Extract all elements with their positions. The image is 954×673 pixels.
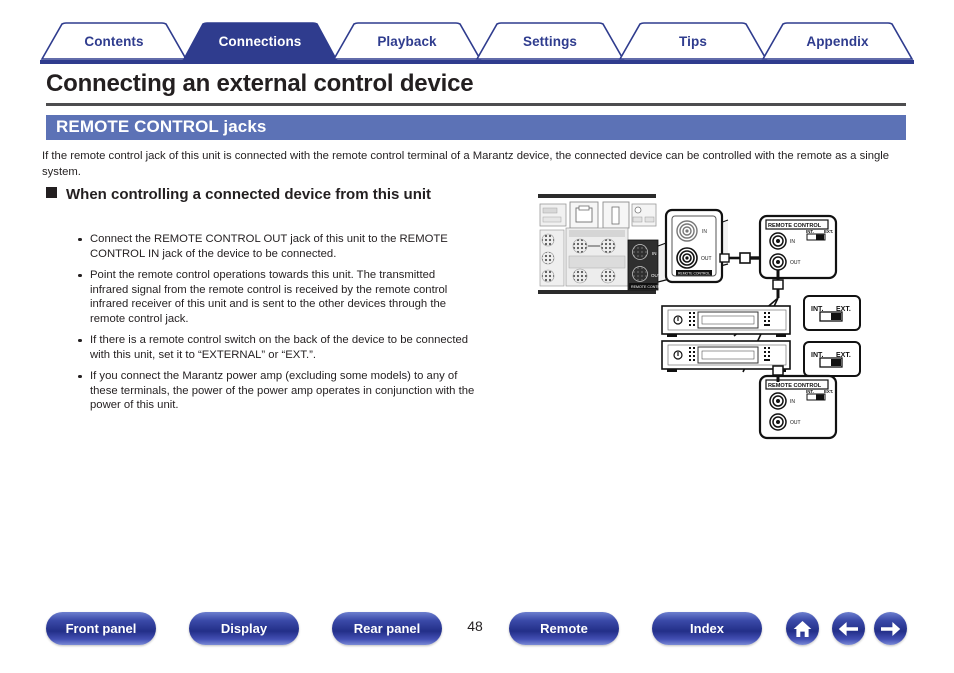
front-panel-button-label: Front panel (65, 621, 137, 636)
subsection-heading-label: When controlling a connected device from… (66, 186, 432, 203)
back-arrow-icon (838, 621, 858, 636)
section-intro-text: If the remote control jack of this unit … (42, 150, 890, 178)
svg-text:OUT: OUT (701, 256, 712, 262)
component-device-1 (661, 305, 791, 337)
tab-contents[interactable]: Contents (40, 22, 188, 60)
svg-text:IN: IN (702, 229, 707, 235)
footer-toolbar: Front panel Display Rear panel 48 Remote… (0, 612, 954, 667)
tab-bar-underline (40, 60, 914, 64)
home-icon (793, 620, 812, 637)
display-button-label: Display (220, 621, 268, 636)
tab-tips[interactable]: Tips (618, 22, 768, 60)
svg-text:EXT.: EXT. (824, 389, 833, 394)
svg-text:OUT: OUT (790, 420, 801, 426)
tab-settings-label: Settings (522, 33, 578, 49)
svg-text:OUT: OUT (790, 260, 801, 266)
back-button[interactable] (832, 612, 865, 645)
home-button[interactable] (786, 612, 819, 645)
svg-text:IN: IN (790, 239, 795, 245)
page-number: 48 (467, 618, 483, 634)
tab-tips-label: Tips (679, 33, 707, 49)
svg-text:IN: IN (790, 399, 795, 405)
rear-panel-button-label: Rear panel (353, 621, 421, 636)
list-item: If there is a remote control switch on t… (76, 333, 476, 362)
svg-text:REMOTE CONTROL: REMOTE CONTROL (631, 285, 665, 289)
list-item: If you connect the Marantz power amp (ex… (76, 369, 476, 413)
tab-contents-label: Contents (84, 33, 144, 49)
int-ext-switch-callout-1: INT. EXT. (803, 295, 861, 331)
square-bullet-icon (46, 187, 57, 198)
svg-text:INT.: INT. (806, 229, 814, 234)
svg-text:EXT.: EXT. (824, 229, 833, 234)
title-divider (46, 103, 906, 106)
component-device-2 (661, 340, 791, 372)
rear-panel-button[interactable]: Rear panel (332, 612, 442, 645)
index-button[interactable]: Index (652, 612, 762, 645)
remote-control-callout-panel: IN OUT REMOTE CONTROL (664, 208, 724, 284)
forward-arrow-icon (881, 621, 901, 636)
tab-playback-label: Playback (377, 33, 437, 49)
tab-bar: Contents Connections Playback Settings T… (40, 22, 914, 64)
tab-appendix[interactable]: Appendix (761, 22, 914, 60)
list-item: Point the remote control operations towa… (76, 268, 476, 326)
section-header-label: REMOTE CONTROL jacks (56, 117, 267, 136)
remote-button[interactable]: Remote (509, 612, 619, 645)
tab-playback[interactable]: Playback (332, 22, 482, 60)
tab-appendix-label: Appendix (806, 33, 869, 49)
display-button[interactable]: Display (189, 612, 299, 645)
tab-connections-label: Connections (218, 33, 302, 49)
connection-diagram: IN OUT REMOTE CONTROL IN OUT REMOTE CONT… (528, 186, 908, 456)
bullet-list: Connect the REMOTE CONTROL OUT jack of t… (76, 232, 476, 420)
forward-button[interactable] (874, 612, 907, 645)
remote-button-label: Remote (540, 621, 588, 636)
svg-text:INT.: INT. (806, 389, 814, 394)
connection-diagram-svg: IN OUT REMOTE CONTROL IN OUT REMOTE CONT… (538, 194, 861, 440)
list-item: Connect the REMOTE CONTROL OUT jack of t… (76, 232, 476, 261)
front-panel-button[interactable]: Front panel (46, 612, 156, 645)
index-button-label: Index (690, 621, 724, 636)
tab-connections[interactable]: Connections (181, 22, 339, 62)
section-header: REMOTE CONTROL jacks (46, 115, 906, 140)
device-remote-panel-bottom: REMOTE CONTROL IN OUT INT. EXT. (758, 365, 838, 440)
remote-cable-top (719, 252, 764, 264)
tab-settings[interactable]: Settings (475, 22, 625, 60)
device-remote-panel-top: REMOTE CONTROL IN OUT INT. EXT. (758, 214, 838, 280)
rear-panel-illustration: IN OUT REMOTE CONTROL (538, 194, 665, 294)
page-title: Connecting an external control device (46, 70, 474, 97)
svg-text:REMOTE CONTROL: REMOTE CONTROL (678, 271, 710, 275)
svg-text:IN: IN (652, 251, 657, 256)
subsection-heading: When controlling a connected device from… (46, 184, 486, 205)
int-ext-switch-callout-2: INT. EXT. (803, 341, 861, 377)
